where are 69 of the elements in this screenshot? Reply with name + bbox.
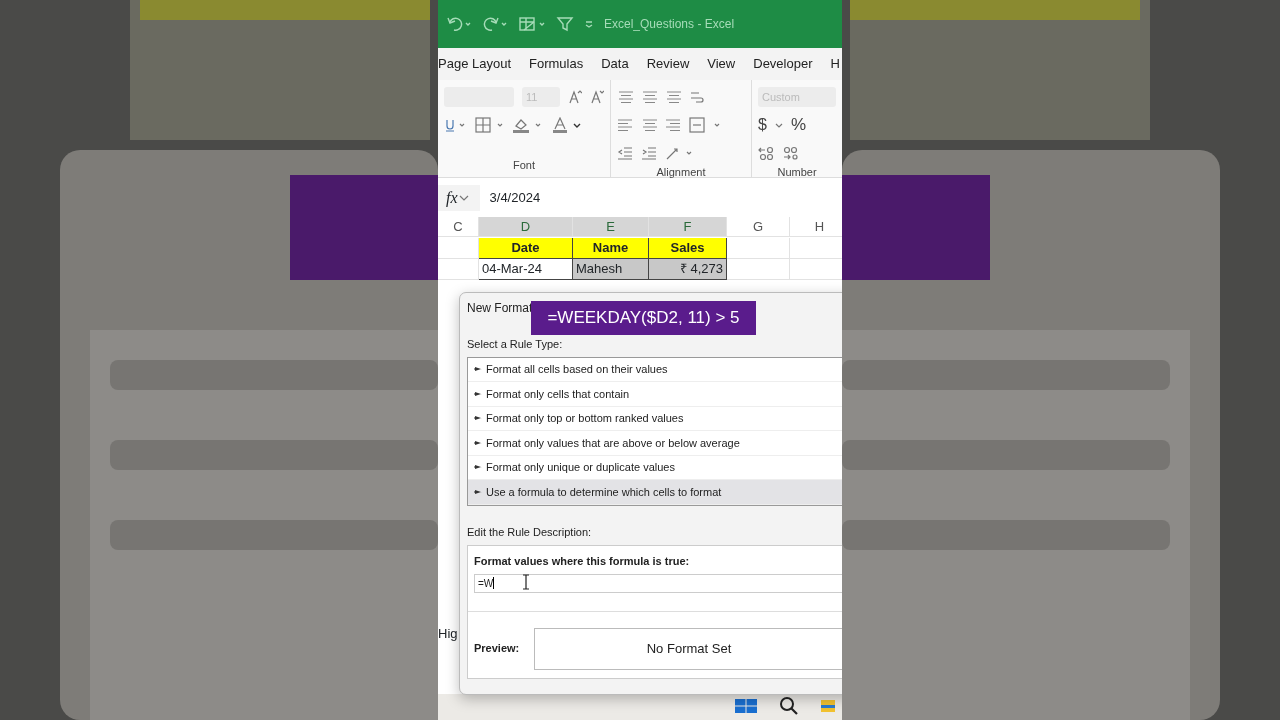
filter-icon[interactable] [556,16,574,32]
decrease-font-icon[interactable] [590,89,604,105]
format-preview: No Format Set [534,627,842,670]
top-align-icon[interactable] [617,89,633,105]
column-header[interactable]: C [438,217,479,237]
table-cell: Name [573,238,649,259]
table-cell: Mahesh [573,259,649,280]
bottom-align-icon[interactable] [665,89,681,105]
formula-field[interactable]: 3/4/2024 [479,185,842,211]
arrow-icon [474,488,482,495]
table-cell: ₹ 4,273 [649,259,727,280]
align-center-icon[interactable] [641,117,657,133]
fx-label[interactable]: fx [446,186,458,210]
group-label: Font [512,157,536,173]
arrow-icon [474,366,482,373]
table-cell [727,259,790,280]
window-title: Excel_Questions - Excel [604,16,735,33]
search-icon[interactable] [779,697,799,715]
align-left-icon[interactable] [617,117,633,133]
rule-type-item[interactable]: Use a formula to determine which cells to format [468,480,842,505]
borders-icon[interactable] [474,117,504,133]
column-header[interactable]: F [649,217,727,237]
formula-caption: =WEEKDAY($D2, 11) > 5 [531,301,756,335]
font-color-icon[interactable] [552,117,582,133]
table-cell: Date [479,238,573,259]
redo-icon[interactable] [482,16,508,32]
column-header[interactable]: E [573,217,649,237]
folder-icon[interactable] [821,698,835,714]
table-cell [727,238,790,259]
arrow-icon [474,415,482,422]
table-cell: Sales [649,238,727,259]
group-label: Number [776,165,818,180]
ribbon-tab[interactable]: Page Layout [438,54,511,74]
windows-icon[interactable] [735,699,757,713]
arrow-icon [474,439,482,446]
table-cell [438,259,479,280]
ribbon-tab[interactable]: Data [601,54,629,74]
decrease-indent-icon[interactable] [617,145,633,161]
column-header[interactable]: D [479,217,573,237]
formula-label: Format values where this formula is true: [474,554,690,569]
wrap-text-icon[interactable] [689,89,705,105]
percent-button[interactable]: % [790,112,807,138]
align-right-icon[interactable] [665,117,681,133]
preview-label: Preview: [474,641,521,657]
group-label: Alignment [655,165,707,180]
middle-align-icon[interactable] [641,89,657,105]
arrow-icon [474,464,482,471]
increase-decimal-icon[interactable] [758,145,774,161]
text-cursor-icon [522,574,530,590]
ribbon-tab[interactable]: Formulas [529,54,584,74]
formula-input[interactable]: =W [474,573,842,593]
decrease-decimal-icon[interactable] [782,145,798,161]
column-header[interactable]: G [727,217,790,237]
ribbon-tab[interactable]: H [830,54,840,74]
increase-font-icon[interactable] [568,89,582,105]
section-label: Select a Rule Type: [467,337,564,352]
ribbon-tab[interactable]: View [707,54,736,74]
table-format-icon[interactable] [518,16,546,32]
arrow-icon [474,390,482,397]
increase-indent-icon[interactable] [641,145,657,161]
cell-text: Hig [438,625,458,643]
currency-button[interactable]: $ [758,113,767,137]
caret-icon[interactable] [457,193,470,203]
section-label: Edit the Rule Description: [467,524,593,540]
ribbon-tab[interactable]: Developer [753,54,813,74]
ribbon-tab[interactable]: Review [646,54,690,74]
underline-icon[interactable] [444,117,466,133]
caret-icon[interactable] [774,121,783,129]
undo-icon[interactable] [446,16,472,32]
